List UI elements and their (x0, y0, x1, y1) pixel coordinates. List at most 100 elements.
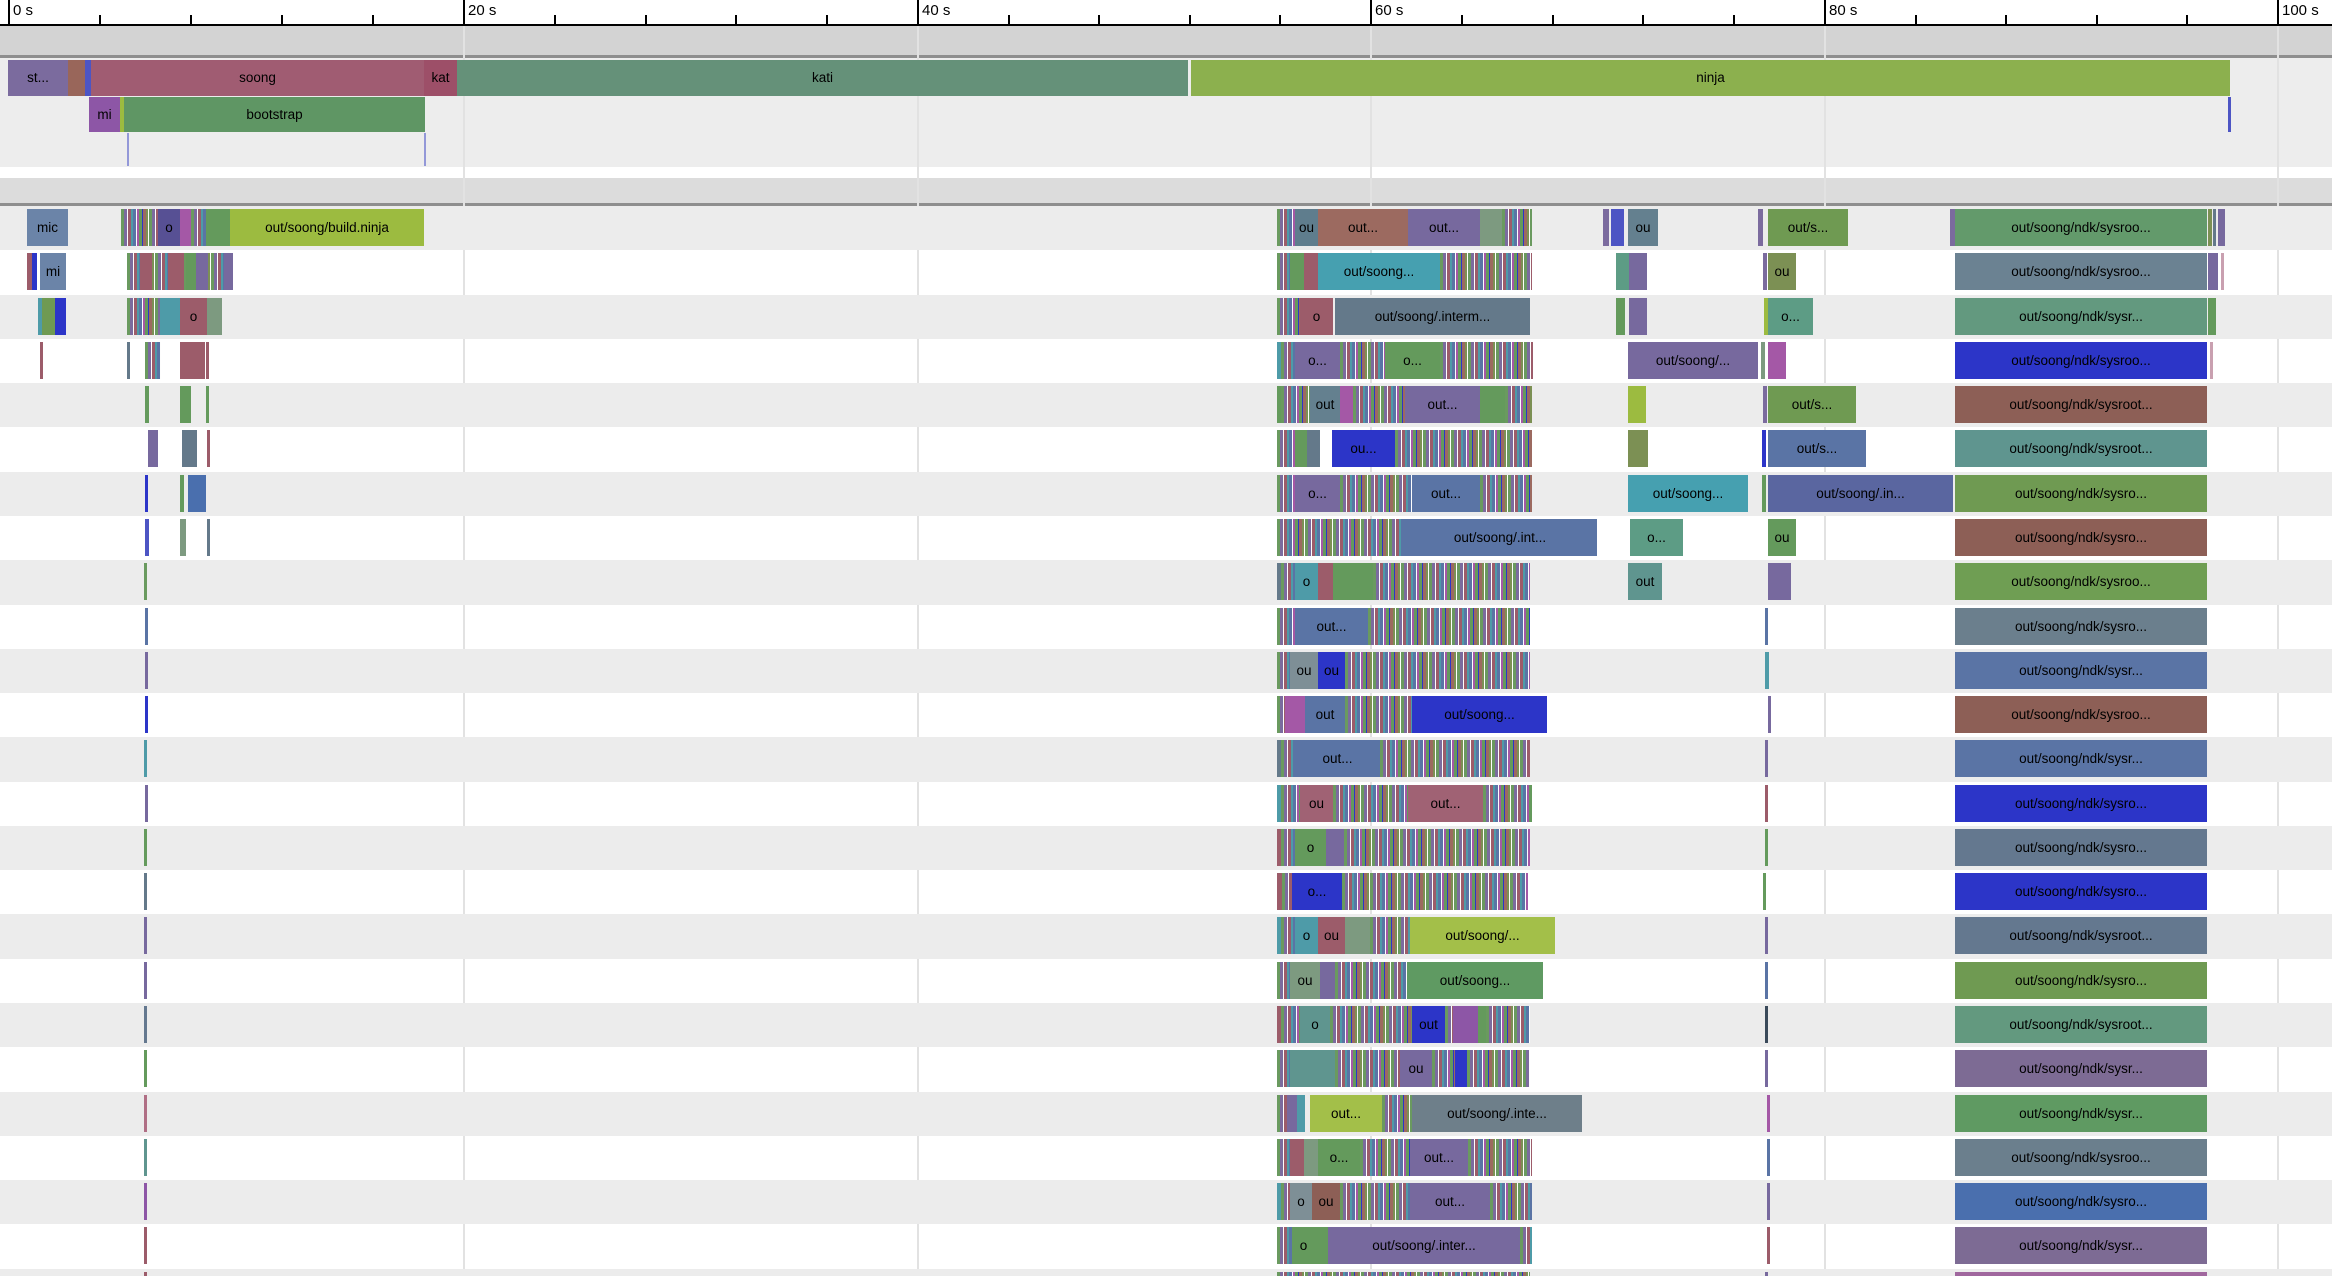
trace-event-bar[interactable]: out/soong/ndk/sysroot... (1955, 430, 2207, 467)
trace-event-bar[interactable] (1304, 253, 1318, 290)
trace-event-bar[interactable]: out/soong/ndk/sysroo... (1955, 563, 2207, 600)
trace-event-bar[interactable] (1287, 1095, 1297, 1132)
trace-event-bar[interactable]: out/soong/.in... (1768, 475, 1953, 512)
trace-event-bar[interactable]: bootstrap (124, 97, 425, 132)
trace-event-bar[interactable]: out/soong/ndk/sysro... (1955, 829, 2207, 866)
trace-event-cluster[interactable] (1368, 608, 1530, 645)
trace-event-bar[interactable]: out/soong/ndk/sysr... (1955, 1050, 2207, 1087)
trace-event-cluster[interactable] (1505, 386, 1532, 423)
trace-event-cluster[interactable] (1340, 475, 1412, 512)
trace-event-bar[interactable]: o (1300, 298, 1333, 335)
trace-event-bar[interactable]: out/soong/.inte... (1412, 1095, 1582, 1132)
trace-event-cluster[interactable] (121, 209, 158, 246)
trace-event-bar[interactable] (144, 829, 147, 866)
trace-event-bar[interactable] (1955, 1272, 2207, 1276)
trace-event-bar[interactable] (1758, 209, 1763, 246)
trace-event-bar[interactable] (148, 430, 158, 467)
trace-event-bar[interactable]: out/soong/ndk/sysr... (1955, 1095, 2207, 1132)
trace-event-cluster[interactable] (1281, 1183, 1290, 1220)
trace-event-bar[interactable]: out/soong... (1412, 696, 1547, 733)
trace-event-bar[interactable]: out... (1408, 209, 1480, 246)
trace-event-bar[interactable] (144, 1272, 147, 1276)
trace-event-bar[interactable] (224, 253, 233, 290)
trace-event-bar[interactable] (160, 298, 180, 335)
trace-event-bar[interactable] (1290, 253, 1304, 290)
trace-event-bar[interactable] (2221, 253, 2224, 290)
trace-event-cluster[interactable] (1520, 1227, 1532, 1264)
trace-event-bar[interactable]: ou (1628, 209, 1658, 246)
trace-event-bar[interactable] (145, 519, 149, 556)
trace-event-cluster[interactable] (1281, 740, 1295, 777)
trace-event-cluster[interactable] (1277, 1095, 1287, 1132)
trace-event-bar[interactable]: soong (91, 60, 424, 96)
trace-event-bar[interactable] (2208, 298, 2216, 335)
trace-event-cluster[interactable] (1281, 917, 1295, 954)
trace-event-bar[interactable] (2218, 209, 2225, 246)
trace-event-bar[interactable] (144, 873, 147, 910)
trace-event-bar[interactable] (1603, 209, 1609, 246)
trace-event-bar[interactable] (32, 253, 37, 290)
trace-event-bar[interactable] (144, 1050, 147, 1087)
trace-event-bar[interactable]: out... (1295, 740, 1380, 777)
trace-event-bar[interactable] (144, 1227, 147, 1264)
trace-event-cluster[interactable] (1277, 209, 1295, 246)
trace-event-bar[interactable] (1326, 829, 1344, 866)
trace-event-bar[interactable] (1767, 1183, 1770, 1220)
trace-event-bar[interactable] (42, 298, 55, 335)
trace-event-bar[interactable]: ou (1318, 917, 1345, 954)
trace-event-cluster[interactable] (1344, 829, 1530, 866)
trace-event-cluster[interactable] (1342, 873, 1528, 910)
trace-event-cluster[interactable] (1277, 475, 1295, 512)
trace-event-bar[interactable]: out/s... (1768, 209, 1848, 246)
trace-event-bar[interactable]: out/soong/ndk/sysroo... (1955, 253, 2207, 290)
trace-event-bar[interactable]: out/soong... (1318, 253, 1440, 290)
trace-event-bar[interactable] (144, 1095, 147, 1132)
trace-event-bar[interactable]: out/soong/ndk/sysro... (1955, 785, 2207, 822)
trace-event-bar[interactable] (1480, 386, 1505, 423)
trace-event-bar[interactable] (1765, 962, 1768, 999)
trace-event-cluster[interactable] (1281, 1006, 1300, 1043)
trace-event-cluster[interactable] (1468, 1139, 1532, 1176)
trace-event-cluster[interactable] (1353, 386, 1405, 423)
process-header-band-upper[interactable] (0, 26, 2332, 58)
trace-event-bar[interactable]: out (1628, 563, 1662, 600)
trace-event-bar[interactable] (182, 430, 197, 467)
trace-event-bar[interactable]: out/soong/ndk/sysro... (1955, 1183, 2207, 1220)
trace-event-cluster[interactable] (1486, 1006, 1530, 1043)
trace-event-bar[interactable]: st... (8, 60, 68, 96)
trace-event-cluster[interactable] (1277, 696, 1285, 733)
trace-event-cluster[interactable] (1330, 1006, 1412, 1043)
trace-event-bar[interactable] (206, 386, 209, 423)
trace-event-bar[interactable]: ou (1768, 253, 1796, 290)
trace-event-cluster[interactable] (1277, 298, 1300, 335)
trace-event-cluster[interactable] (145, 342, 161, 379)
trace-event-cluster[interactable] (1277, 430, 1295, 467)
trace-event-bar[interactable]: o... (1295, 475, 1340, 512)
trace-event-bar[interactable]: kat (424, 60, 457, 96)
trace-event-bar[interactable]: out/soong/.inter... (1328, 1227, 1520, 1264)
trace-event-cluster[interactable] (1360, 1139, 1410, 1176)
trace-event-bar[interactable]: out/soong/ndk/sysroot... (1955, 1006, 2207, 1043)
trace-event-bar[interactable]: ou (1312, 1183, 1340, 1220)
trace-event-bar[interactable] (1333, 563, 1373, 600)
trace-event-bar[interactable] (127, 342, 130, 379)
trace-event-bar[interactable] (144, 962, 147, 999)
trace-event-bar[interactable]: o (1300, 1006, 1330, 1043)
trace-event-bar[interactable] (180, 342, 205, 379)
trace-event-bar[interactable] (144, 740, 147, 777)
trace-event-bar[interactable] (1765, 917, 1768, 954)
trace-event-bar[interactable] (1768, 696, 1771, 733)
trace-event-bar[interactable] (1765, 740, 1768, 777)
trace-event-bar[interactable] (68, 60, 85, 96)
trace-event-bar[interactable] (1297, 1095, 1305, 1132)
trace-event-bar[interactable]: o... (1318, 1139, 1360, 1176)
trace-event-cluster[interactable] (1282, 873, 1292, 910)
trace-event-bar[interactable]: kati (457, 60, 1188, 96)
trace-event-bar[interactable] (1629, 253, 1647, 290)
trace-event-bar[interactable] (1763, 386, 1767, 423)
trace-event-bar[interactable] (1765, 1050, 1768, 1087)
trace-event-bar[interactable] (1762, 475, 1766, 512)
trace-event-cluster[interactable] (1380, 740, 1530, 777)
trace-event-bar[interactable]: o (1295, 829, 1326, 866)
trace-event-bar[interactable]: out/soong... (1407, 962, 1543, 999)
